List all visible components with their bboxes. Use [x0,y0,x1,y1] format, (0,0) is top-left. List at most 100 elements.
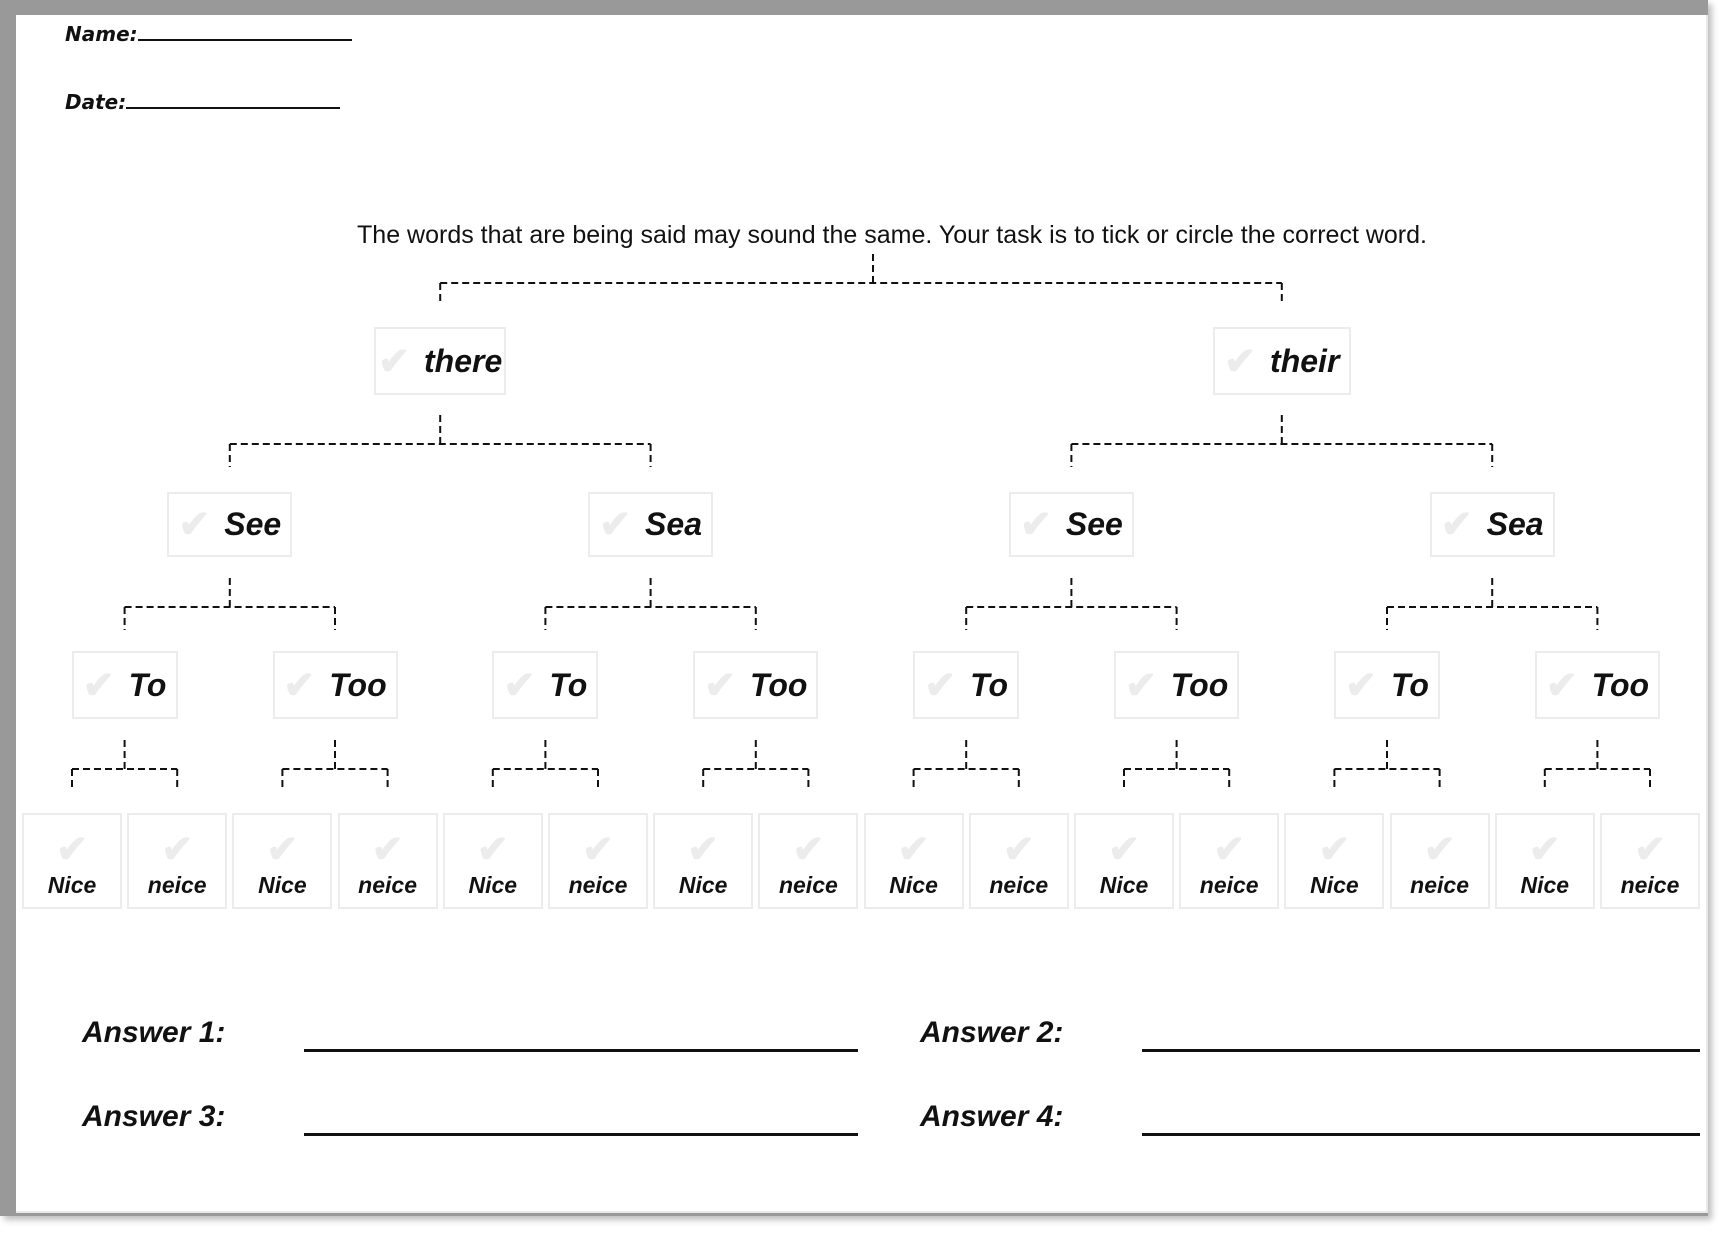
tick-icon[interactable]: ✔ [83,663,115,708]
tick-icon[interactable]: ✔ [1546,663,1578,708]
leaf-nice-option[interactable]: ✔ Nice [653,813,754,909]
tick-icon[interactable]: ✔ [372,830,404,870]
word-label: Nice [468,871,518,898]
leaf-neice-option[interactable]: ✔ neice [968,813,1069,909]
word-sea-option[interactable]: ✔ Sea [588,492,714,557]
leaf-neice-option[interactable]: ✔ neice [337,813,438,909]
word-sea-option[interactable]: ✔ Sea [1429,492,1555,557]
tick-icon[interactable]: ✔ [1441,502,1473,547]
word-label: Nice [889,871,938,898]
leaf-nice-option[interactable]: ✔ Nice [1494,813,1595,909]
tick-icon[interactable]: ✔ [1529,830,1561,870]
word-label: their [1270,342,1340,379]
answer-3-label: Answer 3: [82,1100,226,1133]
word-label: Nice [678,871,728,898]
tick-icon[interactable]: ✔ [178,502,210,547]
word-too-option[interactable]: ✔ Too [693,651,819,719]
word-label: To [549,666,588,703]
tick-icon[interactable]: ✔ [792,830,824,870]
word-label: neice [1620,871,1680,898]
answer-4-field[interactable] [1142,1133,1700,1136]
word-label: See [1065,506,1123,542]
tick-icon[interactable]: ✔ [1003,830,1035,870]
leaf-neice-option[interactable]: ✔ neice [548,813,648,909]
leaf-neice-option[interactable]: ✔ neice [1179,813,1280,909]
tick-icon[interactable]: ✔ [378,339,410,384]
date-blank-line[interactable] [126,105,341,109]
answer-2-field[interactable] [1142,1049,1700,1052]
leaf-neice-option[interactable]: ✔ neice [1389,813,1490,909]
leaf-neice-option[interactable]: ✔ neice [1600,813,1700,909]
tick-icon[interactable]: ✔ [599,502,631,547]
word-label: Too [329,666,387,703]
leaf-nice-option[interactable]: ✔ Nice [22,813,122,909]
tick-icon[interactable]: ✔ [1424,830,1456,870]
word-label: To [128,666,167,703]
name-label: Name: [65,22,138,46]
word-label: neice [568,871,628,898]
answer-2-label: Answer 2: [920,1016,1064,1049]
tick-icon[interactable]: ✔ [1634,830,1666,870]
tick-icon[interactable]: ✔ [56,830,88,870]
leaf-nice-option[interactable]: ✔ Nice [863,813,964,909]
leaf-neice-option[interactable]: ✔ neice [127,813,228,909]
tick-icon[interactable]: ✔ [283,663,315,708]
tick-icon[interactable]: ✔ [266,830,298,870]
word-to-option[interactable]: ✔ To [1334,651,1440,719]
word-to-option[interactable]: ✔ To [71,651,178,719]
tick-icon[interactable]: ✔ [1318,830,1350,870]
date-label: Date: [65,90,127,114]
leaf-nice-option[interactable]: ✔ Nice [442,813,543,909]
answer-3-field[interactable] [304,1133,858,1136]
tick-icon[interactable]: ✔ [161,830,193,870]
word-label: neice [778,871,838,898]
tick-icon[interactable]: ✔ [1345,663,1377,708]
word-to-option[interactable]: ✔ To [492,651,599,719]
word-label: there [423,342,503,379]
tick-icon[interactable]: ✔ [704,663,736,708]
tick-icon[interactable]: ✔ [504,663,536,708]
tick-icon[interactable]: ✔ [687,830,719,870]
name-blank-line[interactable] [137,37,352,41]
date-field[interactable]: Date: [65,90,341,114]
word-too-option[interactable]: ✔ Too [272,651,398,719]
word-label: Nice [1520,871,1570,898]
answer-1-label: Answer 1: [82,1016,226,1049]
leaf-neice-option[interactable]: ✔ neice [758,813,859,909]
word-label: Too [1170,666,1229,703]
word-too-option[interactable]: ✔ Too [1114,651,1240,719]
word-label: neice [1199,871,1259,898]
word-label: neice [1410,871,1469,898]
word-label: See [224,506,282,542]
word-too-option[interactable]: ✔ Too [1534,651,1660,719]
tick-icon[interactable]: ✔ [1213,830,1245,870]
leaf-nice-option[interactable]: ✔ Nice [1074,813,1174,909]
tick-icon[interactable]: ✔ [582,830,614,870]
tick-icon[interactable]: ✔ [477,830,509,870]
tick-icon[interactable]: ✔ [924,663,956,708]
answer-4-label: Answer 4: [920,1100,1064,1133]
word-to-option[interactable]: ✔ To [913,651,1020,719]
tick-icon[interactable]: ✔ [1125,663,1157,708]
word-label: Nice [1310,871,1359,898]
word-see-option[interactable]: ✔ See [1008,492,1134,557]
word-label: neice [358,871,417,898]
word-label: Too [1591,666,1650,703]
name-field[interactable]: Name: [65,22,352,46]
instructions-text: The words that are being said may sound … [357,221,1427,249]
word-label: Sea [645,506,702,542]
answer-1-field[interactable] [304,1049,858,1052]
tick-icon[interactable]: ✔ [1224,339,1256,384]
tick-icon[interactable]: ✔ [1108,830,1140,870]
word-see-option[interactable]: ✔ See [167,492,293,557]
word-label: neice [989,871,1049,898]
word-label: Too [749,666,808,703]
word-label: To [1390,666,1429,703]
tick-icon[interactable]: ✔ [898,830,930,870]
word-label: Nice [47,871,97,898]
leaf-nice-option[interactable]: ✔ Nice [232,813,333,909]
leaf-nice-option[interactable]: ✔ Nice [1284,813,1385,909]
tick-icon[interactable]: ✔ [1020,502,1052,547]
word-their-option[interactable]: ✔ their [1212,327,1351,395]
word-there-option[interactable]: ✔ there [374,327,507,395]
